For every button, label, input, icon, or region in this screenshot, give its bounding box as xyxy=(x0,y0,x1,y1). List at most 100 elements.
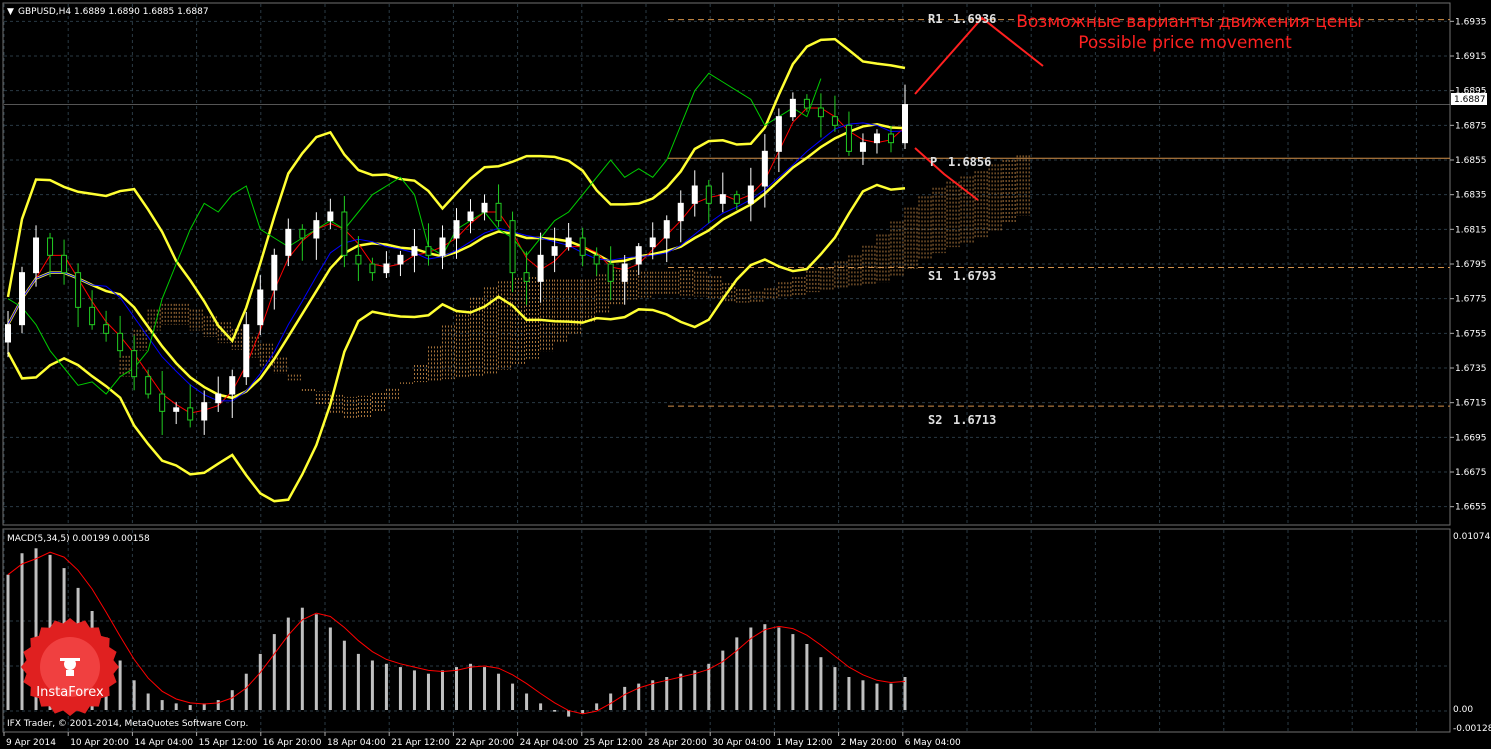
macd-bar xyxy=(777,627,781,710)
macd-bar xyxy=(889,683,893,710)
candle-body xyxy=(341,211,348,256)
annotation-ru: Возможные варианты движения цены xyxy=(1016,12,1362,32)
time-tick-label: 22 Apr 20:00 xyxy=(455,738,514,748)
price-tick-label: 1.6655 xyxy=(1455,503,1487,513)
candle-body xyxy=(75,272,82,308)
macd-bar xyxy=(272,634,276,710)
price-tick-label: 1.6795 xyxy=(1455,260,1487,270)
price-tick-label: 1.6855 xyxy=(1455,156,1487,166)
level-s1-name: S1 xyxy=(928,269,942,283)
level-s2-name: S2 xyxy=(928,413,942,427)
time-tick-label: 1 May 12:00 xyxy=(776,738,832,748)
candle-body xyxy=(902,104,908,144)
candle-body xyxy=(621,263,628,282)
macd-bar xyxy=(833,667,837,710)
candle-body xyxy=(859,142,866,152)
price-tick-label: 1.6755 xyxy=(1455,329,1487,339)
macd-bar xyxy=(651,680,655,710)
macd-bar xyxy=(525,693,529,710)
macd-bar xyxy=(286,617,290,710)
candle-body xyxy=(355,254,362,265)
time-tick-label: 28 Apr 20:00 xyxy=(648,738,707,748)
candle-body xyxy=(523,272,530,282)
macd-bar xyxy=(735,637,739,710)
candle-body xyxy=(803,98,810,109)
trading-chart[interactable]: ▼ GBPUSD,H4 1.6889 1.6890 1.6885 1.6887 … xyxy=(0,0,1491,749)
macd-bar xyxy=(469,663,473,710)
candle-body xyxy=(831,116,838,126)
time-tick-label: 21 Apr 12:00 xyxy=(391,738,450,748)
macd-bar xyxy=(118,660,122,710)
candle-body xyxy=(103,324,110,334)
time-tick-label: 10 Apr 20:00 xyxy=(70,738,129,748)
candle-body xyxy=(257,289,264,326)
candle-body xyxy=(551,246,558,256)
macd-bar xyxy=(707,663,711,710)
macd-bar xyxy=(258,653,262,710)
candle-body xyxy=(565,237,572,248)
macd-bar xyxy=(679,673,683,710)
macd-axis-zero: 0.00 xyxy=(1453,705,1473,715)
macd-bar xyxy=(230,690,234,710)
macd-bar xyxy=(721,650,725,710)
macd-bar xyxy=(581,710,585,714)
price-tick-label: 1.6935 xyxy=(1455,17,1487,27)
macd-bar xyxy=(455,667,458,710)
macd-bar xyxy=(497,673,501,710)
time-tick-label: 6 May 04:00 xyxy=(905,738,961,748)
candle-body xyxy=(691,185,698,204)
candle-body xyxy=(873,133,880,144)
macd-bar xyxy=(847,677,851,710)
price-tick-label: 1.6835 xyxy=(1455,191,1487,201)
candle-body xyxy=(845,124,852,152)
time-tick-label: 9 Apr 2014 xyxy=(6,738,56,748)
macd-bar xyxy=(370,660,374,710)
candle-body xyxy=(579,237,586,256)
macd-bar xyxy=(791,634,795,710)
macd-bar xyxy=(819,657,823,710)
candle-body xyxy=(33,237,40,274)
macd-bar xyxy=(216,700,220,710)
level-s2-value: 1.6713 xyxy=(953,413,996,427)
symbol-info: GBPUSD,H4 1.6889 1.6890 1.6885 1.6887 xyxy=(18,7,209,17)
candle-body xyxy=(635,246,642,265)
macd-bar xyxy=(426,673,430,710)
macd-axis-min: -0.00128 xyxy=(1453,724,1491,734)
candle-body xyxy=(271,254,278,291)
copyright-footer: IFX Trader, © 2001-2014, MetaQuotes Soft… xyxy=(7,719,248,729)
candle-body xyxy=(5,324,11,343)
macd-bar xyxy=(623,686,627,710)
candle-body xyxy=(663,220,670,239)
candle-body xyxy=(467,211,474,222)
candle-body xyxy=(285,228,292,256)
candle-body xyxy=(817,107,824,118)
candle-body xyxy=(201,402,208,421)
candle-body xyxy=(439,237,446,256)
macd-bar xyxy=(6,574,10,710)
time-tick-label: 24 Apr 04:00 xyxy=(520,738,579,748)
price-tick-label: 1.6815 xyxy=(1455,225,1487,235)
macd-bar xyxy=(174,703,178,710)
time-tick-label: 14 Apr 04:00 xyxy=(134,738,193,748)
macd-bar xyxy=(188,705,192,710)
macd-bar xyxy=(553,710,557,712)
candle-body xyxy=(509,220,516,274)
menu-arrow-icon[interactable]: ▼ xyxy=(7,7,14,17)
candle-body xyxy=(607,263,614,282)
candle-body xyxy=(299,228,306,239)
candle-body xyxy=(649,237,656,248)
level-p-value: 1.6856 xyxy=(948,155,991,169)
level-r1-name: R1 xyxy=(928,12,942,26)
time-tick-label: 25 Apr 12:00 xyxy=(584,738,643,748)
current-price-value: 1.6887 xyxy=(1454,95,1486,105)
logo-text: InstaForex xyxy=(36,685,104,700)
macd-bar xyxy=(693,670,697,710)
time-tick-label: 2 May 20:00 xyxy=(841,738,897,748)
macd-label: MACD(5,34,5) 0.00199 0.00158 xyxy=(7,534,150,544)
candle-body xyxy=(327,211,334,222)
candle-body xyxy=(243,324,250,378)
macd-bar xyxy=(412,670,416,710)
candle-body xyxy=(19,272,26,326)
price-tick-label: 1.6775 xyxy=(1455,295,1487,305)
candle-body xyxy=(411,246,418,256)
